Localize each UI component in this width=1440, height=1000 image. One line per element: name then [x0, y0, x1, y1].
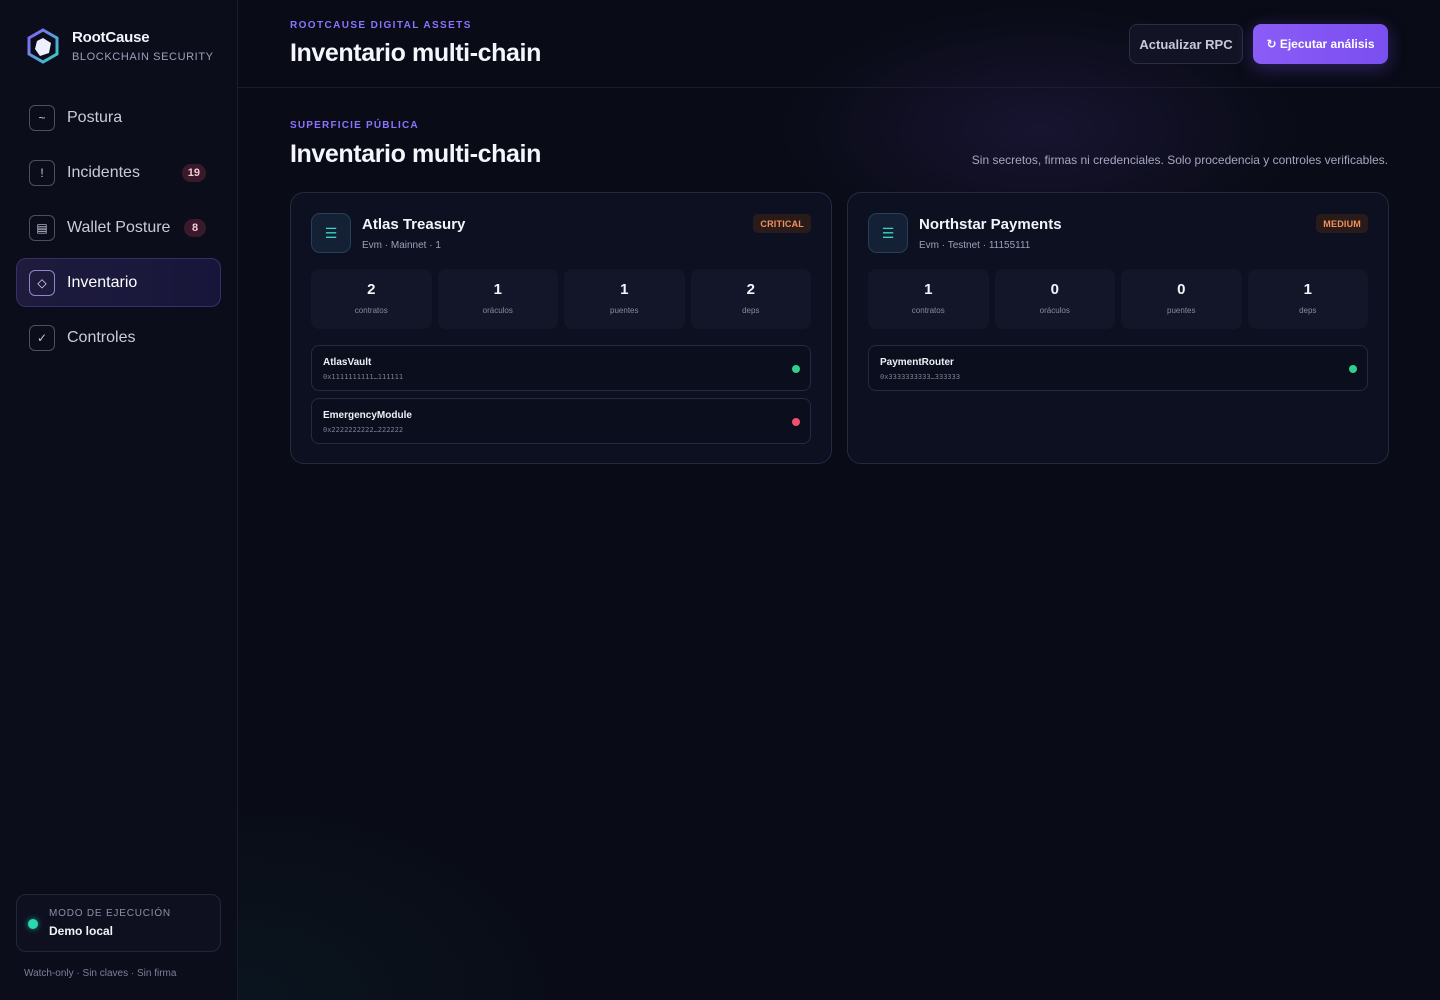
asset-card-northstar-payments[interactable]: ☰ Northstar Payments Evm · Testnet · 111…: [847, 192, 1389, 464]
brand-subtitle: BLOCKCHAIN SECURITY: [72, 51, 214, 63]
sidebar-item-label: Controles: [67, 328, 136, 346]
severity-badge: MEDIUM: [1316, 214, 1368, 233]
alert-icon: !: [29, 159, 55, 186]
rootcause-logo-icon: [27, 28, 59, 64]
inventory-icon: ◇: [29, 269, 55, 296]
pulse-icon: ~: [29, 104, 55, 131]
contract-row-atlasvault[interactable]: AtlasVault 0x1111111111…111111: [311, 345, 811, 391]
stat-label: deps: [742, 306, 760, 315]
execution-mode-panel: MODO DE EJECUCIÓN Demo local: [16, 894, 221, 952]
count-badge: 8: [184, 218, 206, 237]
execution-mode-label: MODO DE EJECUCIÓN: [49, 908, 171, 919]
refresh-rpc-button[interactable]: Actualizar RPC: [1129, 24, 1243, 64]
run-analysis-button[interactable]: ↻ Ejecutar análisis: [1253, 24, 1388, 64]
sidebar-item-postura[interactable]: ~ Postura: [16, 93, 221, 142]
stat-value: 1: [620, 281, 629, 298]
stat-deps: 2 deps: [690, 269, 811, 329]
page-title: Inventario multi-chain: [290, 39, 541, 67]
stat-oraculos: 1 oráculos: [437, 269, 558, 329]
stat-contratos: 2 contratos: [311, 269, 432, 329]
contract-name: EmergencyModule: [323, 410, 412, 421]
sidebar-item-inventario[interactable]: ◇ Inventario: [16, 258, 221, 307]
section-title: Inventario multi-chain: [290, 140, 541, 168]
status-alert-dot-icon: [792, 418, 800, 426]
stat-value: 2: [367, 281, 376, 298]
stat-label: contratos: [911, 306, 945, 315]
status-ok-dot-icon: [1349, 365, 1357, 373]
top-header: ROOTCAUSE DIGITAL ASSETS Inventario mult…: [238, 0, 1440, 88]
section-note: Sin secretos, firmas ni credenciales. So…: [971, 153, 1388, 167]
sidebar-item-wallet-posture[interactable]: ▤ Wallet Posture 8: [16, 203, 221, 252]
stat-value: 1: [493, 281, 502, 298]
sidebar-item-label: Incidentes: [67, 163, 140, 181]
sidebar-item-controles[interactable]: ✓ Controles: [16, 313, 221, 362]
stat-label: puentes: [1167, 306, 1196, 315]
stat-puentes: 0 puentes: [1121, 269, 1242, 329]
stat-label: contratos: [354, 306, 388, 315]
sidebar: RootCause BLOCKCHAIN SECURITY ~ Postura …: [0, 0, 238, 1000]
stat-value: 1: [1303, 281, 1312, 298]
sidebar-item-incidentes[interactable]: ! Incidentes 19: [16, 148, 221, 197]
severity-badge: CRITICAL: [753, 214, 811, 233]
execution-mode-value: Demo local: [49, 924, 114, 938]
contract-address: 0x1111111111…111111: [323, 373, 404, 381]
asset-card-atlas-treasury[interactable]: ☰ Atlas Treasury Evm · Mainnet · 1 CRITI…: [290, 192, 832, 464]
stat-value: 0: [1050, 281, 1059, 298]
stat-value: 0: [1177, 281, 1186, 298]
status-ok-dot-icon: [792, 365, 800, 373]
contract-address: 0x3333333333…333333: [880, 373, 961, 381]
asset-stats: 1 contratos 0 oráculos 0 puentes 1 deps: [868, 269, 1368, 329]
brand-name: RootCause: [72, 29, 150, 46]
sidebar-item-label: Wallet Posture: [67, 218, 171, 236]
stat-label: puentes: [610, 306, 639, 315]
stat-value: 1: [924, 281, 933, 298]
contract-address: 0x2222222222…222222: [323, 426, 404, 434]
stat-label: deps: [1299, 306, 1317, 315]
stat-oraculos: 0 oráculos: [994, 269, 1115, 329]
count-badge: 19: [181, 163, 206, 182]
stat-contratos: 1 contratos: [868, 269, 989, 329]
section-eyebrow: SUPERFICIE PÚBLICA: [290, 120, 419, 131]
contract-name: AtlasVault: [323, 357, 372, 368]
asset-name: Northstar Payments: [919, 216, 1062, 233]
stat-label: oráculos: [1039, 306, 1070, 315]
header-eyebrow: ROOTCAUSE DIGITAL ASSETS: [290, 20, 472, 31]
chain-icon: ☰: [868, 213, 908, 253]
chain-icon: ☰: [311, 213, 351, 253]
brand[interactable]: RootCause BLOCKCHAIN SECURITY: [26, 28, 214, 64]
asset-stats: 2 contratos 1 oráculos 1 puentes 2 deps: [311, 269, 811, 329]
asset-name: Atlas Treasury: [362, 216, 466, 233]
stat-puentes: 1 puentes: [564, 269, 685, 329]
sidebar-footer-note: Watch-only · Sin claves · Sin firma: [24, 968, 177, 979]
status-dot-icon: [28, 919, 38, 929]
stat-deps: 1 deps: [1247, 269, 1368, 329]
sidebar-item-label: Postura: [67, 108, 123, 126]
contract-row-paymentrouter[interactable]: PaymentRouter 0x3333333333…333333: [868, 345, 1368, 391]
check-icon: ✓: [29, 324, 55, 351]
stat-value: 2: [746, 281, 755, 298]
sidebar-nav: ~ Postura ! Incidentes 19 ▤ Wallet Postu…: [16, 93, 221, 368]
contract-name: PaymentRouter: [880, 357, 954, 368]
stat-label: oráculos: [482, 306, 513, 315]
contract-row-emergencymodule[interactable]: EmergencyModule 0x2222222222…222222: [311, 398, 811, 444]
asset-network-meta: Evm · Mainnet · 1: [362, 240, 441, 251]
wallet-icon: ▤: [29, 214, 55, 241]
asset-network-meta: Evm · Testnet · 11155111: [919, 240, 1031, 251]
sidebar-item-label: Inventario: [67, 273, 138, 291]
